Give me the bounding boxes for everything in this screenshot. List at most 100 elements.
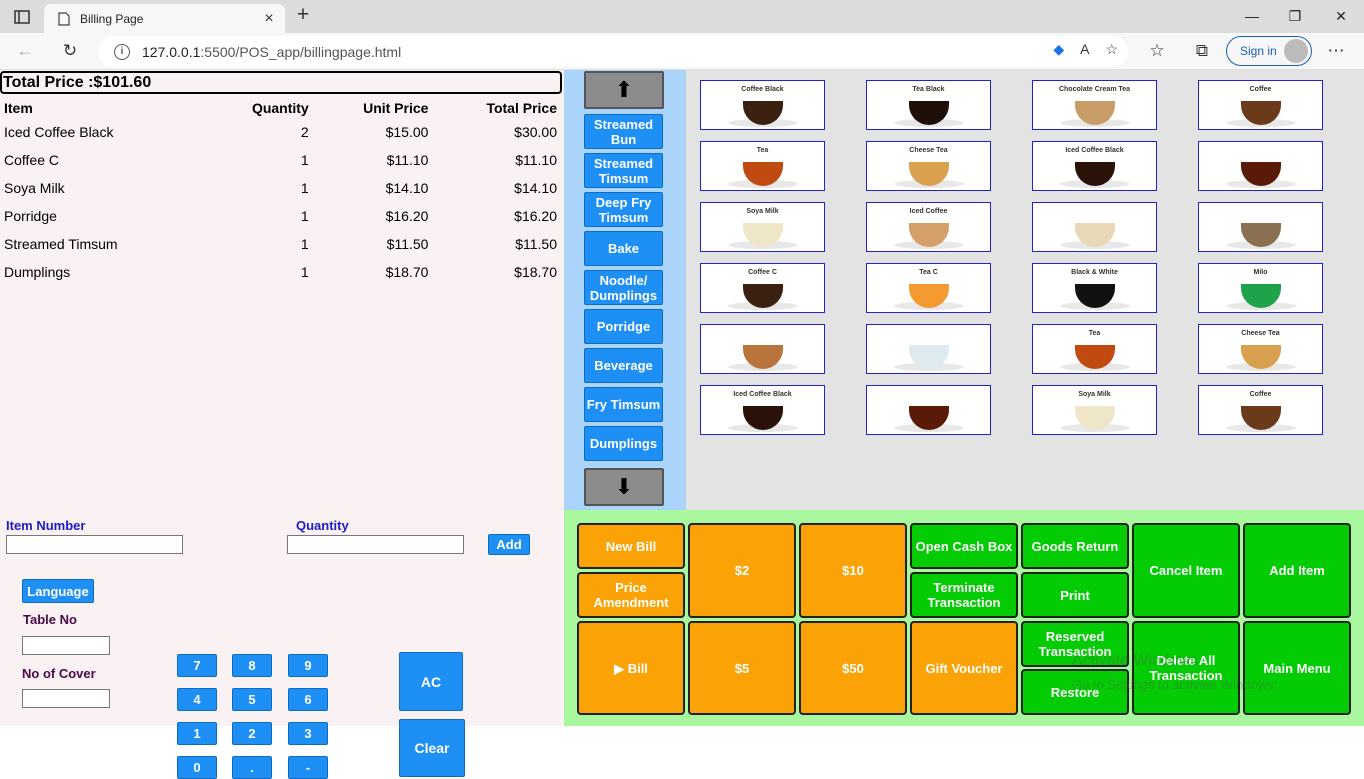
- new-bill-button[interactable]: New Bill: [577, 523, 685, 569]
- keypad-key[interactable]: 8: [232, 654, 272, 677]
- two-dollar-button[interactable]: $2: [688, 523, 796, 618]
- add-button[interactable]: Add: [488, 534, 530, 555]
- open-cash-box-button[interactable]: Open Cash Box: [910, 523, 1018, 569]
- menu-item-tile[interactable]: Soya Milk: [700, 202, 825, 252]
- goods-return-button[interactable]: Goods Return: [1021, 523, 1129, 569]
- shopping-tag-icon[interactable]: ◆: [1053, 41, 1064, 58]
- restore-button[interactable]: Restore: [1021, 669, 1129, 715]
- browser-tab[interactable]: Billing Page ×: [44, 4, 285, 33]
- ac-button[interactable]: AC: [399, 652, 463, 711]
- favorites-icon[interactable]: ☆: [1145, 40, 1169, 62]
- menu-item-tile[interactable]: Iced Coffee Black: [700, 385, 825, 435]
- new-tab-icon[interactable]: +: [293, 4, 313, 26]
- item-number-input[interactable]: [6, 535, 183, 554]
- bill-row[interactable]: Soya Milk 1 $14.10 $14.10: [0, 174, 562, 202]
- scroll-up-button[interactable]: ⬆: [584, 71, 664, 109]
- action-panel: New Bill Price Amendment ▶ Bill $2 $5 $1…: [564, 510, 1364, 726]
- five-dollar-button[interactable]: $5: [688, 621, 796, 715]
- menu-item-tile[interactable]: [866, 385, 991, 435]
- menu-item-tile[interactable]: Soya Milk: [1032, 385, 1157, 435]
- main-menu-button[interactable]: Main Menu: [1243, 621, 1351, 715]
- category-fry-timsum[interactable]: Fry Timsum: [584, 387, 663, 422]
- menu-item-tile[interactable]: Milo: [1198, 263, 1323, 313]
- bill-button[interactable]: ▶ Bill: [577, 621, 685, 715]
- menu-item-tile[interactable]: Coffee: [1198, 80, 1323, 130]
- bill-row[interactable]: Streamed Timsum 1 $11.50 $11.50: [0, 230, 562, 258]
- menu-item-tile[interactable]: Tea: [1032, 324, 1157, 374]
- gift-voucher-button[interactable]: Gift Voucher: [910, 621, 1018, 715]
- favorite-add-icon[interactable]: ☆: [1105, 41, 1118, 58]
- keypad-key[interactable]: 2: [232, 722, 272, 745]
- terminate-transaction-button[interactable]: Terminate Transaction: [910, 572, 1018, 618]
- menu-item-tile[interactable]: Iced Coffee: [866, 202, 991, 252]
- keypad-key[interactable]: 6: [288, 688, 328, 711]
- address-bar[interactable]: i 127.0.0.1:5500/POS_app/billingpage.htm…: [98, 36, 1128, 67]
- scroll-down-button[interactable]: ⬇: [584, 468, 664, 506]
- category-porridge[interactable]: Porridge: [584, 309, 663, 344]
- keypad-key[interactable]: 9: [288, 654, 328, 677]
- avatar-icon: [1284, 39, 1308, 63]
- minimize-icon[interactable]: —: [1240, 6, 1264, 26]
- menu-item-tile[interactable]: Tea Black: [866, 80, 991, 130]
- menu-item-tile[interactable]: Chocolate Cream Tea: [1032, 80, 1157, 130]
- menu-item-tile[interactable]: [1198, 202, 1323, 252]
- table-no-input[interactable]: [22, 636, 110, 655]
- menu-item-tile[interactable]: [866, 324, 991, 374]
- language-button[interactable]: Language: [22, 579, 94, 603]
- clear-button[interactable]: Clear: [399, 719, 465, 777]
- keypad-key[interactable]: 1: [177, 722, 217, 745]
- price-amendment-button[interactable]: Price Amendment: [577, 572, 685, 618]
- category-beverage[interactable]: Beverage: [584, 348, 663, 383]
- collections-icon[interactable]: ⧉: [1190, 40, 1214, 62]
- row-quantity: 1: [300, 236, 309, 252]
- category-bake[interactable]: Bake: [584, 231, 663, 266]
- add-item-button[interactable]: Add Item: [1243, 523, 1351, 618]
- close-window-icon[interactable]: ✕: [1329, 6, 1353, 26]
- fifty-dollar-button[interactable]: $50: [799, 621, 907, 715]
- more-options-icon[interactable]: ⋯: [1324, 40, 1348, 62]
- bill-row[interactable]: Porridge 1 $16.20 $16.20: [0, 202, 562, 230]
- menu-item-tile[interactable]: Iced Coffee Black: [1032, 141, 1157, 191]
- keypad-key[interactable]: 3: [288, 722, 328, 745]
- category-streamed-timsum[interactable]: Streamed Timsum: [584, 153, 663, 188]
- back-icon[interactable]: ←: [13, 40, 37, 62]
- sign-in-button[interactable]: Sign in: [1226, 36, 1312, 66]
- keypad-key[interactable]: .: [232, 756, 272, 779]
- category-deep-fry-timsum[interactable]: Deep Fry Timsum: [584, 192, 663, 227]
- menu-item-tile[interactable]: [1032, 202, 1157, 252]
- menu-item-tile[interactable]: Cheese Tea: [1198, 324, 1323, 374]
- keypad-key[interactable]: 4: [177, 688, 217, 711]
- quantity-input[interactable]: [287, 535, 464, 554]
- delete-all-transaction-button[interactable]: Delete All Transaction: [1132, 621, 1240, 715]
- menu-item-tile[interactable]: [700, 324, 825, 374]
- bill-row[interactable]: Iced Coffee Black 2 $15.00 $30.00: [0, 118, 562, 146]
- info-icon[interactable]: i: [114, 43, 130, 60]
- menu-item-tile[interactable]: Coffee: [1198, 385, 1323, 435]
- menu-item-tile[interactable]: Coffee Black: [700, 80, 825, 130]
- bill-row[interactable]: Coffee C 1 $11.10 $11.10: [0, 146, 562, 174]
- restore-window-icon[interactable]: ❐: [1283, 6, 1307, 26]
- menu-item-tile[interactable]: Black & White: [1032, 263, 1157, 313]
- category-noodle-dumplings[interactable]: Noodle/ Dumplings: [584, 270, 663, 305]
- keypad-key[interactable]: 5: [232, 688, 272, 711]
- reserved-transaction-button[interactable]: Reserved Transaction: [1021, 621, 1129, 667]
- bill-row[interactable]: Dumplings 1 $18.70 $18.70: [0, 258, 562, 286]
- cancel-item-button[interactable]: Cancel Item: [1132, 523, 1240, 618]
- keypad-key[interactable]: 7: [177, 654, 217, 677]
- read-aloud-icon[interactable]: A: [1080, 41, 1089, 58]
- keypad-key[interactable]: -: [288, 756, 328, 779]
- category-dumplings[interactable]: Dumplings: [584, 426, 663, 461]
- no-of-cover-input[interactable]: [22, 689, 110, 708]
- menu-item-tile[interactable]: Tea C: [866, 263, 991, 313]
- print-button[interactable]: Print: [1021, 572, 1129, 618]
- menu-item-tile[interactable]: Cheese Tea: [866, 141, 991, 191]
- menu-item-tile[interactable]: [1198, 141, 1323, 191]
- menu-item-tile[interactable]: Tea: [700, 141, 825, 191]
- menu-item-tile[interactable]: Coffee C: [700, 263, 825, 313]
- keypad-key[interactable]: 0: [177, 756, 217, 779]
- category-streamed-bun[interactable]: Streamed Bun: [584, 114, 663, 149]
- ten-dollar-button[interactable]: $10: [799, 523, 907, 618]
- refresh-icon[interactable]: ↻: [58, 40, 82, 62]
- close-tab-icon[interactable]: ×: [261, 10, 277, 28]
- tab-actions-icon[interactable]: [8, 6, 36, 28]
